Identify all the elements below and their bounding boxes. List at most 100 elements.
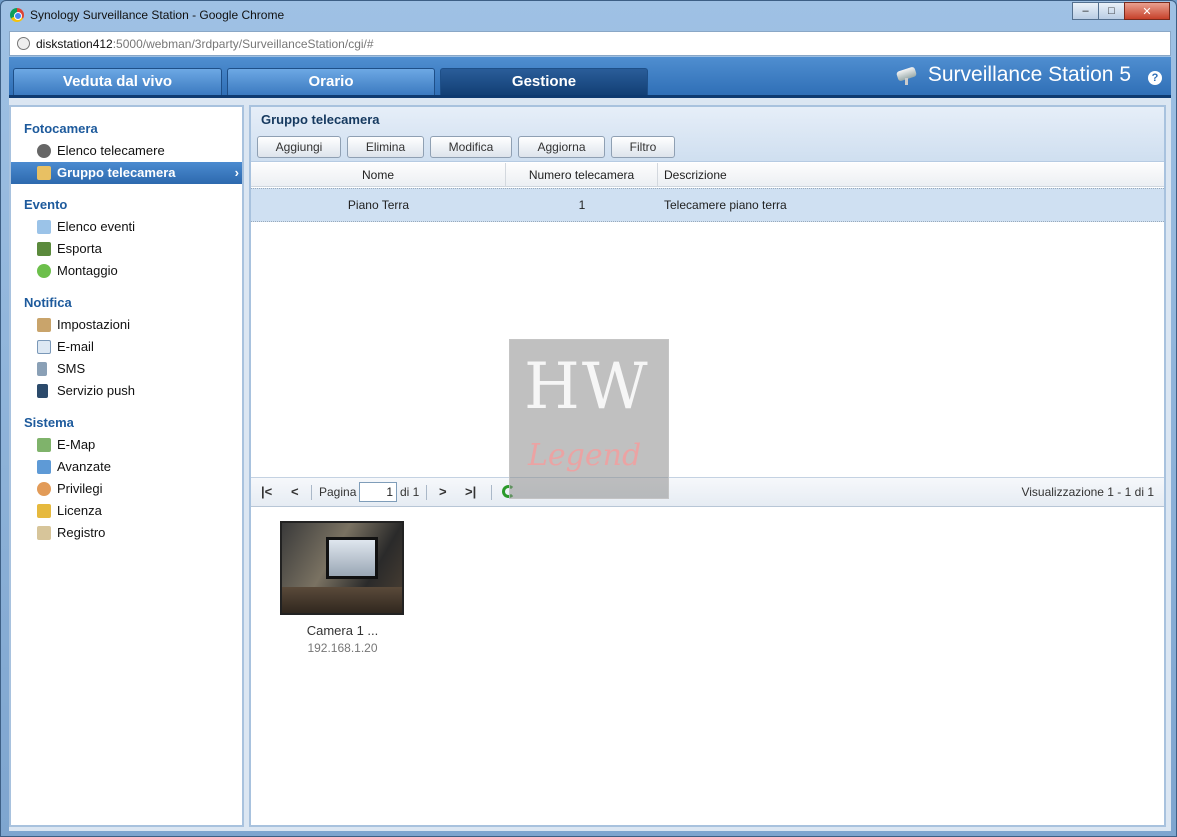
sidebar-item-label: Elenco telecamere <box>57 143 165 158</box>
section-sistema: Sistema <box>24 415 74 430</box>
cell-name: Piano Terra <box>347 198 410 212</box>
sidebar-item-advanced[interactable]: Avanzate <box>11 456 242 478</box>
camera-thumbnails: Camera 1 ... 192.168.1.20 <box>251 509 1164 825</box>
pagination-summary: Visualizzazione 1 - 1 di 1 <box>1021 485 1154 499</box>
snapshot-monitor-shape <box>326 537 378 579</box>
key-icon <box>37 504 51 518</box>
sidebar-item-email[interactable]: E-mail <box>11 336 242 358</box>
chrome-logo-icon <box>10 8 24 22</box>
camera-group-icon <box>37 166 51 180</box>
pager-separator <box>491 485 492 500</box>
sidebar-item-montage[interactable]: Montaggio <box>11 260 242 282</box>
section-evento: Evento <box>24 197 68 212</box>
close-button[interactable]: ✕ <box>1124 2 1170 20</box>
sidebar-item-label: Gruppo telecamera <box>57 165 176 180</box>
last-page-icon[interactable]: >| <box>465 484 476 499</box>
cell-description: Telecamere piano terra <box>664 198 787 212</box>
help-icon[interactable]: ? <box>1148 71 1162 85</box>
url-host: diskstation412 <box>36 37 113 51</box>
pager-separator <box>311 485 312 500</box>
users-icon <box>37 482 51 496</box>
watermark-hw-text: HW <box>524 350 650 424</box>
map-icon <box>37 438 51 452</box>
sidebar-item-label: E-Map <box>57 437 96 452</box>
sidebar: Fotocamera Elenco telecamere Gruppo tele… <box>9 105 244 827</box>
sidebar-item-label: E-mail <box>57 339 94 354</box>
tab-live-view[interactable]: Veduta dal vivo <box>13 68 222 95</box>
brand: Surveillance Station 5 <box>895 63 1131 87</box>
sidebar-item-privileges[interactable]: Privilegi <box>11 478 242 500</box>
sidebar-item-label: Esporta <box>57 241 102 256</box>
sidebar-item-event-list[interactable]: Elenco eventi <box>11 216 242 238</box>
montage-icon <box>37 264 51 278</box>
phone-icon <box>37 362 47 376</box>
browser-window: Synology Surveillance Station - Google C… <box>0 0 1177 837</box>
snapshot-desk-shape <box>282 587 402 613</box>
column-name[interactable]: Nome <box>251 163 506 187</box>
cell-camera-count: 1 <box>578 198 586 212</box>
pagination-bar: |< < Pagina 1 di 1 > >| Visualizzazione … <box>251 477 1164 507</box>
title-bar: Synology Surveillance Station - Google C… <box>1 1 1176 29</box>
event-list-icon <box>37 220 51 234</box>
prev-page-icon[interactable]: < <box>291 484 299 499</box>
window-title: Synology Surveillance Station - Google C… <box>30 8 285 22</box>
column-camera-count[interactable]: Numero telecamera <box>506 163 658 187</box>
table-row[interactable]: Piano Terra 1 Telecamere piano terra <box>251 188 1164 222</box>
export-icon <box>37 242 51 256</box>
page-total-label: di 1 <box>400 485 420 499</box>
webcam-icon <box>37 144 51 158</box>
sidebar-item-label: Licenza <box>57 503 102 518</box>
advanced-settings-icon <box>37 460 51 474</box>
next-page-icon[interactable]: > <box>439 484 447 499</box>
sidebar-item-label: Avanzate <box>57 459 111 474</box>
page-label: Pagina <box>319 485 357 499</box>
address-bar[interactable]: diskstation412:5000/webman/3rdparty/Surv… <box>9 31 1171 56</box>
column-description[interactable]: Descrizione <box>658 163 1164 187</box>
sidebar-item-label: Impostazioni <box>57 317 130 332</box>
sidebar-item-camera-list[interactable]: Elenco telecamere <box>11 140 242 162</box>
table-header: Nome Numero telecamera Descrizione <box>251 163 1164 187</box>
refresh-button[interactable]: Aggiorna <box>518 136 605 158</box>
camera-ip: 192.168.1.20 <box>307 641 378 655</box>
camera-name: Camera 1 ... <box>306 623 379 638</box>
sidebar-item-label: Servizio push <box>57 383 136 398</box>
sidebar-item-push-service[interactable]: Servizio push <box>11 380 242 402</box>
main-panel: Gruppo telecamera Aggiungi Elimina Modif… <box>249 105 1166 827</box>
first-page-icon[interactable]: |< <box>261 484 272 499</box>
sidebar-item-label: Privilegi <box>57 481 103 496</box>
page-number-input[interactable]: 1 <box>359 482 397 502</box>
sidebar-item-export[interactable]: Esporta <box>11 238 242 260</box>
sidebar-item-license[interactable]: Licenza <box>11 500 242 522</box>
hwlegend-watermark: HW Legend <box>509 339 669 499</box>
sidebar-item-label: Montaggio <box>57 263 118 278</box>
panel-title: Gruppo telecamera <box>261 112 380 127</box>
tab-bar: Veduta dal vivo Orario Gestione Surveill… <box>9 57 1171 98</box>
camera-thumbnail[interactable] <box>280 521 404 615</box>
pager-separator <box>426 485 427 500</box>
url-path: :5000/webman/3rdparty/SurveillanceStatio… <box>112 37 374 51</box>
sidebar-item-label: Elenco eventi <box>57 219 136 234</box>
sidebar-item-sms[interactable]: SMS <box>11 358 242 380</box>
edit-button[interactable]: Modifica <box>430 136 512 158</box>
wrench-icon <box>37 318 51 332</box>
url-text: diskstation412:5000/webman/3rdparty/Surv… <box>36 37 374 51</box>
sidebar-item-log[interactable]: Registro <box>11 522 242 544</box>
log-book-icon <box>37 526 51 540</box>
delete-button[interactable]: Elimina <box>347 136 424 158</box>
watermark-legend-text: Legend <box>528 438 642 473</box>
section-fotocamera: Fotocamera <box>24 121 98 136</box>
sidebar-item-settings[interactable]: Impostazioni <box>11 314 242 336</box>
sidebar-item-camera-group[interactable]: Gruppo telecamera › <box>11 162 242 184</box>
tab-schedule[interactable]: Orario <box>227 68 435 95</box>
maximize-button[interactable]: □ <box>1098 2 1125 20</box>
window-controls: – □ ✕ <box>1072 2 1170 20</box>
panel-header: Gruppo telecamera Aggiungi Elimina Modif… <box>251 107 1164 162</box>
sidebar-item-emap[interactable]: E-Map <box>11 434 242 456</box>
tab-management[interactable]: Gestione <box>440 68 648 95</box>
globe-icon <box>17 37 30 50</box>
minimize-button[interactable]: – <box>1072 2 1099 20</box>
sidebar-item-label: SMS <box>57 361 86 376</box>
add-button[interactable]: Aggiungi <box>257 136 341 158</box>
filter-button[interactable]: Filtro <box>611 136 675 158</box>
envelope-icon <box>37 340 51 354</box>
